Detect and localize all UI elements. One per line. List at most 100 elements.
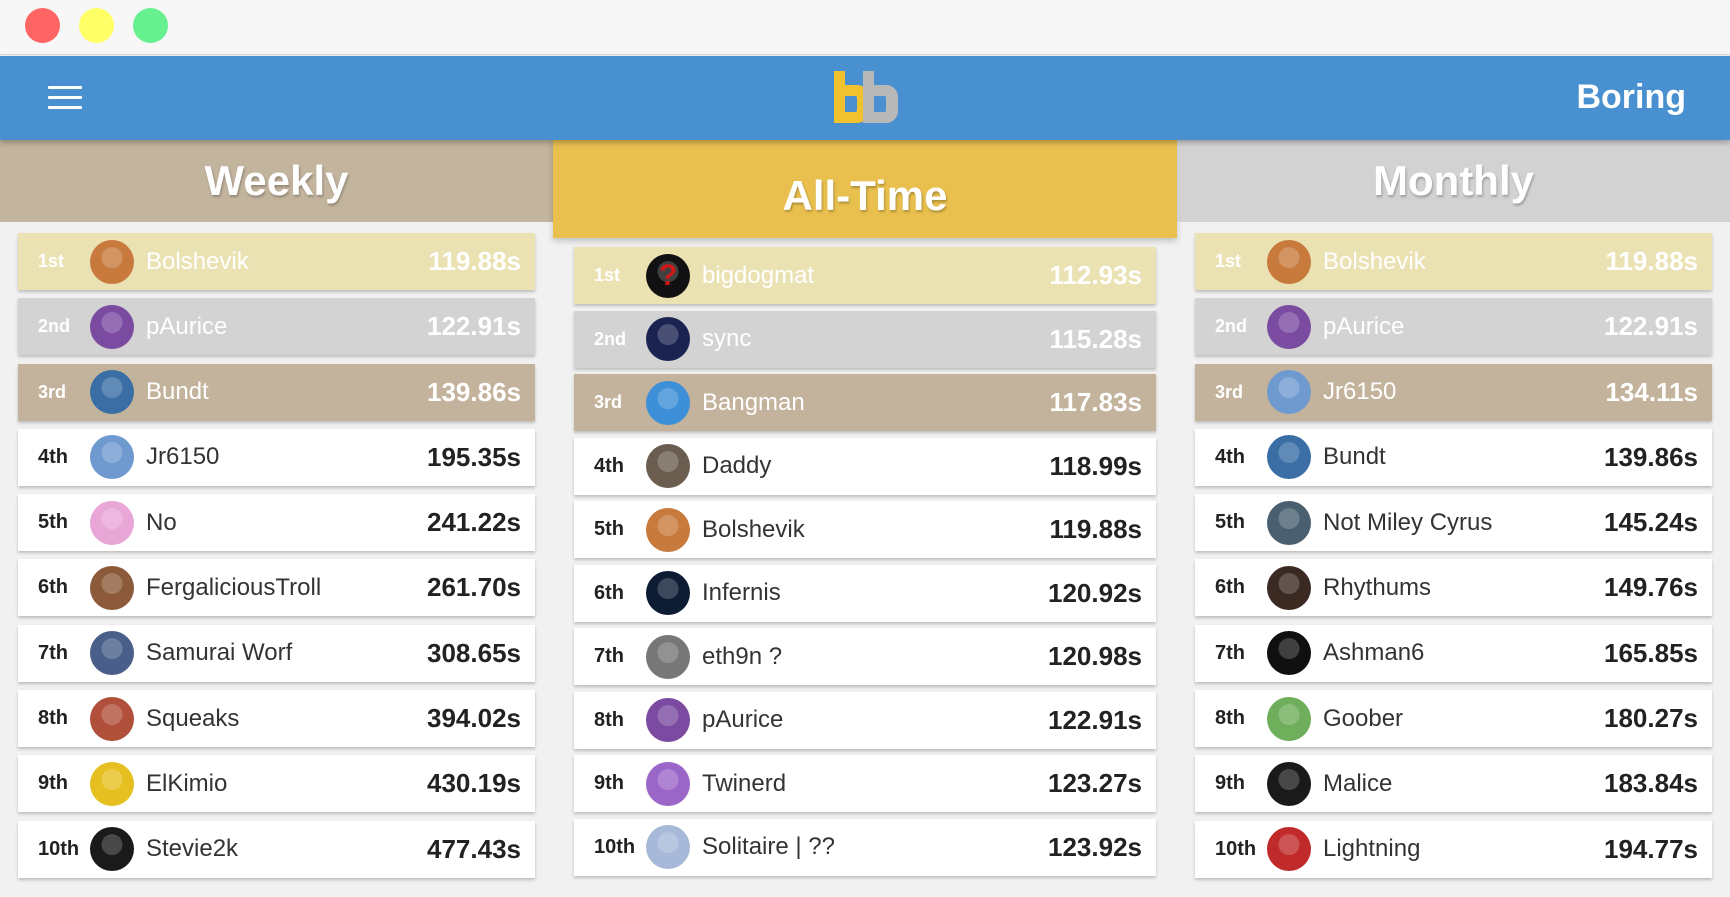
leaderboard-row[interactable]: 2nd sync 115.28s <box>574 310 1156 368</box>
leaderboard-row[interactable]: 6th Rhythums 149.76s <box>1195 559 1712 617</box>
player-name[interactable]: Bolshevik <box>146 248 428 276</box>
player-name[interactable]: Goober <box>1323 705 1604 733</box>
player-name[interactable]: Bolshevik <box>1323 248 1605 276</box>
player-time: 139.86s <box>1604 441 1698 472</box>
leaderboard-row[interactable]: 9th ElKimio 430.19s <box>18 755 535 813</box>
player-time: 194.77s <box>1604 833 1698 864</box>
sunglasses-man-avatar <box>646 444 690 488</box>
leaderboard-row[interactable]: 6th FergaliciousTroll 261.70s <box>18 559 535 617</box>
tab-weekly[interactable]: Weekly <box>0 140 553 222</box>
leaderboard-row[interactable]: 3rd Jr6150 134.11s <box>1195 363 1712 421</box>
player-name[interactable]: sync <box>702 325 1049 353</box>
player-time: 123.92s <box>1048 831 1142 862</box>
rank-label: 4th <box>38 445 68 468</box>
leaderboard-row[interactable]: 7th Ashman6 165.85s <box>1195 624 1712 682</box>
leaderboard-row[interactable]: 5th No 241.22s <box>18 494 535 552</box>
leaderboard-row[interactable]: 8th pAurice 122.91s <box>574 691 1156 749</box>
player-name[interactable]: Infernis <box>702 579 1048 607</box>
rank-label: 3rd <box>1215 381 1244 402</box>
player-name[interactable]: FergaliciousTroll <box>146 574 427 602</box>
player-name[interactable]: Lightning <box>1323 835 1604 863</box>
leaderboard-row[interactable]: 2nd pAurice 122.91s <box>1195 298 1712 356</box>
player-time: 119.88s <box>428 246 521 276</box>
leaderboard-row[interactable]: 9th Malice 183.84s <box>1195 755 1712 813</box>
leaderboard-row[interactable]: 4th Jr6150 195.35s <box>18 428 535 486</box>
player-name[interactable]: ElKimio <box>146 770 427 798</box>
leaderboard-row[interactable]: 8th Goober 180.27s <box>1195 690 1712 748</box>
rank-label: 2nd <box>38 316 71 337</box>
bb-logo-icon[interactable] <box>830 69 900 129</box>
monthly-rows: 1st Bolshevik 119.88s 2nd pAurice 122.91s 3rd J… <box>1177 233 1730 886</box>
player-time: 165.85s <box>1604 637 1698 668</box>
app-header: Boring <box>0 56 1730 140</box>
player-time: 122.91s <box>427 311 521 342</box>
leaderboard-row[interactable]: 3rd Bangman 117.83s <box>574 374 1156 431</box>
leaderboard-row[interactable]: 1st Bolshevik 119.88s <box>18 233 535 290</box>
leaderboard-row[interactable]: 7th eth9n ? 120.98s <box>574 628 1156 685</box>
rank-label: 8th <box>38 707 68 730</box>
emblem-avatar <box>90 631 134 676</box>
leaderboard-row[interactable]: 5th Not Miley Cyrus 145.24s <box>1195 494 1712 552</box>
rank-label: 1st <box>1215 251 1242 271</box>
yellow-logo-avatar <box>90 761 134 806</box>
leaderboard-row[interactable]: 4th Bundt 139.86s <box>1195 428 1712 486</box>
player-name[interactable]: Daddy <box>702 452 1049 480</box>
leaderboard-row[interactable]: 10th Stevie2k 477.43s <box>18 820 535 878</box>
player-name[interactable]: Jr6150 <box>146 443 427 471</box>
player-name[interactable]: Squeaks <box>146 705 427 733</box>
player-time: 241.22s <box>427 507 521 538</box>
player-time: 122.91s <box>1604 311 1698 342</box>
player-name[interactable]: pAurice <box>702 706 1048 734</box>
leaderboard-row[interactable]: 7th Samurai Worf 308.65s <box>18 624 535 682</box>
minimize-window-button[interactable] <box>79 8 114 43</box>
leaderboard-row[interactable]: 1st Bolshevik 119.88s <box>1195 233 1712 290</box>
player-name[interactable]: pAurice <box>146 313 427 341</box>
close-window-button[interactable] <box>25 8 60 43</box>
player-name[interactable]: Malice <box>1323 770 1604 798</box>
player-name[interactable]: pAurice <box>1323 313 1604 341</box>
player-name[interactable]: eth9n ? <box>702 643 1048 671</box>
player-name[interactable]: Solitaire | ?? <box>702 833 1048 861</box>
player-name[interactable]: bigdogmat <box>702 262 1049 290</box>
player-time: 123.27s <box>1048 768 1142 798</box>
player-name[interactable]: Stevie2k <box>146 835 427 863</box>
monkey-avatar <box>90 239 134 284</box>
leaderboard-row[interactable]: 3rd Bundt 139.86s <box>18 363 535 421</box>
leaderboard-row[interactable]: 9th Twinerd 123.27s <box>574 755 1156 812</box>
rank-label: 10th <box>38 837 80 860</box>
player-name[interactable]: Bundt <box>146 378 427 406</box>
window-titlebar <box>0 0 1730 55</box>
leaderboard-row[interactable]: 4th Daddy 118.99s <box>574 437 1156 495</box>
leaderboard-row[interactable]: 10th Solitaire | ?? 123.92s <box>574 818 1156 876</box>
player-name[interactable]: Samurai Worf <box>146 639 427 667</box>
player-name[interactable]: Twinerd <box>702 770 1048 798</box>
mode-title[interactable]: Boring <box>1576 78 1686 117</box>
monkey-avatar <box>1267 239 1311 284</box>
player-name[interactable]: Ashman6 <box>1323 639 1604 667</box>
rank-label: 2nd <box>1215 316 1248 337</box>
player-time: 261.70s <box>427 572 521 603</box>
hamburger-menu-icon[interactable] <box>48 86 82 110</box>
leaderboard-row[interactable]: 8th Squeaks 394.02s <box>18 690 535 748</box>
leaderboard-row[interactable]: 2nd pAurice 122.91s <box>18 298 535 356</box>
player-name[interactable]: Bundt <box>1323 443 1604 471</box>
player-name[interactable]: Jr6150 <box>1323 378 1605 406</box>
leaderboard-row[interactable]: 5th Bolshevik 119.88s <box>574 501 1156 558</box>
blue-creature-avatar <box>646 317 690 361</box>
leaderboard-row[interactable]: 10th Lightning 194.77s <box>1195 820 1712 878</box>
player-name[interactable]: No <box>146 509 427 537</box>
rank-label: 2nd <box>594 328 627 349</box>
tab-monthly[interactable]: Monthly <box>1177 140 1730 222</box>
rank-label: 8th <box>594 708 624 731</box>
tab-all-time[interactable]: All-Time <box>553 140 1177 238</box>
player-time: 195.35s <box>427 441 521 472</box>
player-name[interactable]: Bangman <box>702 389 1049 417</box>
leaderboard-row[interactable]: 6th Infernis 120.92s <box>574 564 1156 622</box>
leaderboard-row[interactable]: 1st? bigdogmat 112.93s <box>574 247 1156 304</box>
player-name[interactable]: Rhythums <box>1323 574 1604 602</box>
maximize-window-button[interactable] <box>133 8 168 43</box>
player-name[interactable]: Not Miley Cyrus <box>1323 509 1604 537</box>
player-name[interactable]: Bolshevik <box>702 516 1049 544</box>
player-time: 134.11s <box>1605 376 1698 407</box>
question-mark-avatar: ? <box>646 253 690 298</box>
